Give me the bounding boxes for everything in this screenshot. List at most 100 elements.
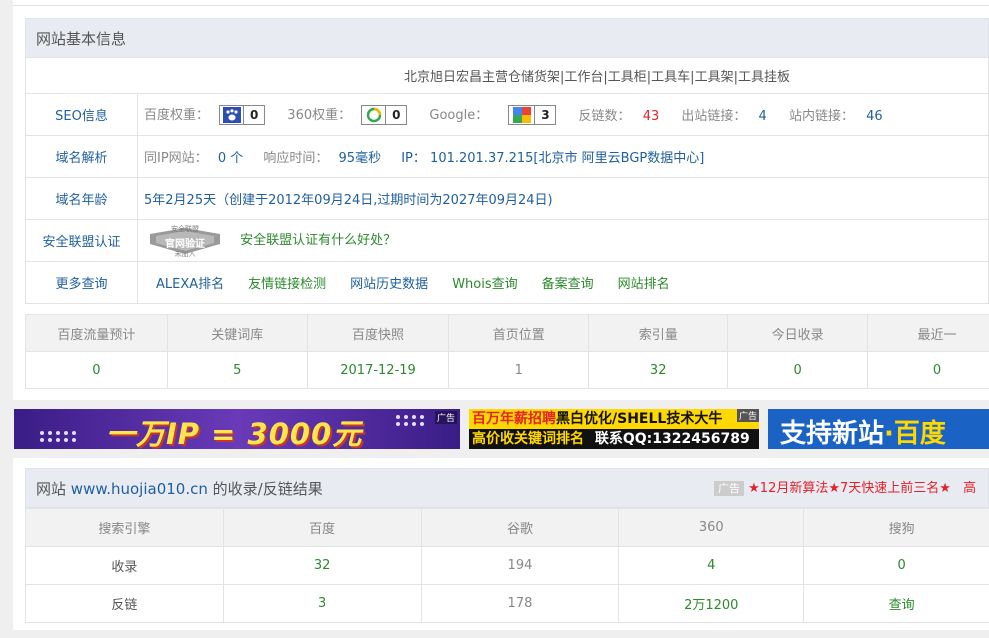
ad-banner-2-line1b: 黑白优化/SHELL技术大牛 <box>556 411 723 427</box>
stats-value: 1 <box>448 351 590 389</box>
alexa-link[interactable]: ALEXA排名 <box>156 277 224 292</box>
records-cell[interactable]: 32 <box>222 546 422 585</box>
ip-value[interactable]: 101.201.37.215[北京市 阿里云BGP数据中心] <box>430 151 704 166</box>
stats-value[interactable]: 0 <box>867 351 989 389</box>
records-table: 搜索引擎 百度 谷歌 360 搜狗 收录 32 194 4 0 反链 3 178… <box>25 508 989 623</box>
outlinks-value[interactable]: 4 <box>759 109 767 124</box>
backlinks-value[interactable]: 43 <box>643 109 660 124</box>
ad-banner-2[interactable]: 百万年薪招聘黑白优化/SHELL技术大牛 高价收关键词排名 联系QQ:13224… <box>469 409 759 449</box>
ad-banner-2-line2b: 联系QQ:1322456789 <box>594 431 750 447</box>
whois-link[interactable]: Whois查询 <box>452 277 517 292</box>
outlinks-label: 出站链接： <box>681 109 747 124</box>
basic-info-title: 网站基本信息 <box>36 30 127 48</box>
site-description: 北京旭日宏昌主营仓储货架|工作台|工具柜|工具车|工具架|工具挂板 <box>25 57 989 94</box>
ad-banner-3[interactable]: 支持新站·百度 <box>768 409 989 449</box>
stats-value[interactable]: 32 <box>588 351 729 389</box>
table-row: 反链 3 178 2万1200 查询 <box>25 584 989 623</box>
gap <box>25 304 989 312</box>
friendlink-check-link[interactable]: 友情链接检测 <box>248 277 326 292</box>
backlinks-label: 反链数： <box>578 109 631 124</box>
stats-table: 百度流量预计 关键词库 百度快照 首页位置 索引量 今日收录 最近一 0 5 2… <box>25 314 989 389</box>
records-col-header: 搜狗 <box>803 508 989 547</box>
inlinks-value[interactable]: 46 <box>866 109 883 124</box>
site-desc-row: 北京旭日宏昌主营仓储货架|工作台|工具柜|工具车|工具架|工具挂板 <box>25 57 989 94</box>
records-domain[interactable]: www.huojia010.cn <box>71 480 208 498</box>
records-cell[interactable]: 3 <box>222 584 422 623</box>
site-rank-link[interactable]: 网站排名 <box>618 277 670 292</box>
records-header-row: 搜索引擎 百度 谷歌 360 搜狗 <box>25 508 989 547</box>
baidu-weight-value: 0 <box>249 108 259 123</box>
records-cell: 194 <box>420 546 620 585</box>
360-weight-badge[interactable]: 0 <box>361 105 408 126</box>
same-ip-label: 同IP网站： <box>144 151 208 166</box>
response-time-label: 响应时间： <box>263 151 329 166</box>
more-label: 更多查询 <box>25 261 138 304</box>
records-col-header: 360 <box>618 508 805 547</box>
baidu-weight-label: 百度权重： <box>144 107 210 123</box>
security-label: 安全联盟认证 <box>25 219 138 262</box>
ad-tag: 广告 <box>736 409 759 422</box>
stats-header: 百度快照 <box>306 314 450 352</box>
records-row-label: 收录 <box>25 546 224 585</box>
security-benefit-link[interactable]: 安全联盟认证有什么好处？ <box>240 233 396 248</box>
records-title-pre: 网站 <box>36 480 67 498</box>
records-cell[interactable]: 4 <box>618 546 805 585</box>
records-col-header: 搜索引擎 <box>25 508 224 547</box>
google-label: Google： <box>429 107 489 123</box>
ad-banner-1-text: 一万IP = 3000元 <box>106 417 363 449</box>
seo-label: SEO信息 <box>25 93 138 136</box>
more-row: 更多查询 ALEXA排名 友情链接检测 网站历史数据 Whois查询 备案查询 网站排名 <box>25 261 989 304</box>
records-col-header: 百度 <box>222 508 422 547</box>
icp-link[interactable]: 备案查询 <box>542 277 594 292</box>
dns-row: 域名解析 同IP网站： 0 个 响应时间： 95毫秒 IP： 101.201.3… <box>25 135 989 178</box>
age-row: 域名年龄 5年2月25天（创建于2012年09月24日,过期时间为2027年09… <box>25 177 989 220</box>
stats-value[interactable]: 2017-12-19 <box>306 351 450 389</box>
stats-value[interactable]: 5 <box>166 351 308 389</box>
age-value: 5年2月25天（创建于2012年09月24日,过期时间为2027年09月24日) <box>137 177 989 220</box>
records-ad-text[interactable]: ★12月新算法★7天快速上前三名★ <box>748 481 951 496</box>
ad-banner-3-text-b: 百度 <box>893 419 946 449</box>
ad-banner-1[interactable]: 一万IP = 3000元 广告 <box>14 409 460 449</box>
security-badge-top: 安全联盟 <box>171 224 199 233</box>
stats-header-row: 百度流量预计 关键词库 百度快照 首页位置 索引量 今日收录 最近一 <box>25 314 989 352</box>
360-icon <box>362 106 387 125</box>
google-value: 3 <box>541 108 550 123</box>
basic-info-header: 网站基本信息 <box>25 18 989 58</box>
stats-value-row: 0 5 2017-12-19 1 32 0 0 <box>25 351 989 389</box>
inlinks-label: 站内链接： <box>788 109 854 124</box>
history-data-link[interactable]: 网站历史数据 <box>350 277 428 292</box>
stats-header: 索引量 <box>588 314 729 352</box>
security-badge[interactable]: 安全联盟 官网验证 未加入 <box>144 224 226 258</box>
ad-tag: 广告 <box>714 481 744 496</box>
ad-banner-2-line1a: 百万年薪招聘 <box>472 411 556 427</box>
ad-banner-2-line2a: 高价收关键词排名 <box>472 431 584 447</box>
table-row: 收录 32 194 4 0 <box>25 546 989 585</box>
ad-tag: 广告 <box>434 411 457 424</box>
google-icon <box>509 106 536 125</box>
baidu-paw-icon <box>220 106 245 125</box>
stats-header: 今日收录 <box>727 314 869 352</box>
seo-row: SEO信息 百度权重： 0 360权重： 0 Google： 3 反链数： 43… <box>25 93 989 136</box>
stats-header: 首页位置 <box>448 314 590 352</box>
records-cell[interactable]: 0 <box>803 546 989 585</box>
top-edge <box>13 0 989 6</box>
records-ad-tail[interactable]: 高 <box>963 481 976 496</box>
security-row: 安全联盟认证 安全联盟 官网验证 未加入 安全联盟认证有什么好处？ <box>25 219 989 262</box>
records-cell[interactable]: 查询 <box>803 584 989 623</box>
stats-header: 关键词库 <box>166 314 308 352</box>
same-ip-value[interactable]: 0 个 <box>218 151 243 166</box>
stats-header: 最近一 <box>867 314 989 352</box>
360-weight-label: 360权重： <box>287 107 352 123</box>
stats-value[interactable]: 0 <box>727 351 869 389</box>
security-badge-sub: 未加入 <box>174 249 196 258</box>
ad-banner-3-text-a: 支持新站 <box>780 419 885 449</box>
records-header: 网站 www.huojia010.cn 的收录/反链结果 广告 ★12月新算法★… <box>25 468 989 508</box>
records-cell: 178 <box>420 584 620 623</box>
records-cell[interactable]: 2万1200 <box>618 584 805 623</box>
360-weight-value: 0 <box>392 108 401 123</box>
baidu-weight-badge[interactable]: 0 <box>219 105 266 126</box>
records-title-post: 的收录/反链结果 <box>212 480 323 498</box>
google-badge[interactable]: 3 <box>508 105 557 126</box>
ad-banner-3-dot: · <box>884 419 894 449</box>
stats-value[interactable]: 0 <box>25 351 168 389</box>
